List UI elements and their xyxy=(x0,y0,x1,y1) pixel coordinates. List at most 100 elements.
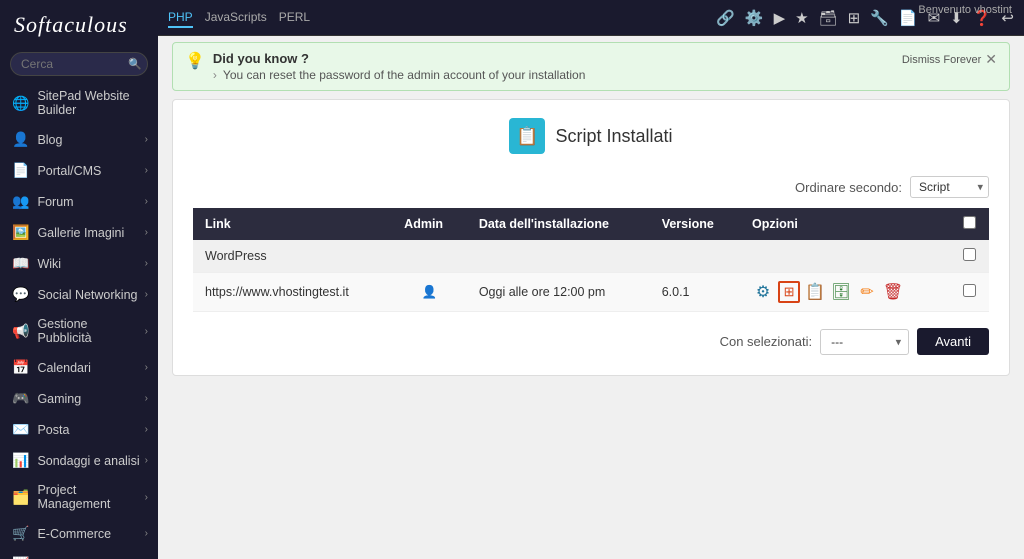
notice-body: You can reset the password of the admin … xyxy=(223,68,585,82)
row-check-cell xyxy=(949,273,989,312)
sidebar-icon-sitepad: 🌐 xyxy=(12,95,29,112)
sidebar-icon-ads: 📢 xyxy=(12,323,29,340)
sidebar-chevron-pm: › xyxy=(145,492,148,503)
col-version: Versione xyxy=(650,208,740,240)
sidebar-icon-polls: 📊 xyxy=(12,452,29,469)
row-date: Oggi alle ore 12:00 pm xyxy=(467,273,650,312)
dismiss-button[interactable]: Dismiss Forever ✕ xyxy=(902,51,997,68)
topbar-icon-star[interactable]: ★ xyxy=(795,9,808,27)
con-selezionati-label: Con selezionati: xyxy=(720,334,813,349)
sidebar-item-gaming[interactable]: 🎮 Gaming › xyxy=(0,383,158,414)
sidebar-label-ads: Gestione Pubblicità xyxy=(37,317,144,345)
sidebar-chevron-blog: › xyxy=(145,134,148,145)
top-bar: PHP JavaScripts PERL 🔗 ⚙️ ▶ ★ 🗃 ⊞ 🔧 📄 ✉ … xyxy=(158,0,1024,36)
topbar-icon-wp[interactable]: ⚙️ xyxy=(745,9,764,27)
sidebar-chevron-forum: › xyxy=(145,196,148,207)
staging-action-icon[interactable]: ⊞ xyxy=(778,281,800,303)
order-row: Ordinare secondo: Script Data Versione xyxy=(173,172,1009,208)
search-input[interactable] xyxy=(10,52,148,76)
main-panel: 📋 Script Installati Ordinare secondo: Sc… xyxy=(172,99,1010,376)
notice-bar: 💡 Did you know ? › You can reset the pas… xyxy=(172,42,1010,91)
sidebar-item-portal[interactable]: 📄 Portal/CMS › xyxy=(0,155,158,186)
notice-icon: 💡 xyxy=(185,51,205,71)
sidebar-label-pm: Project Management xyxy=(37,483,144,511)
group-checkbox[interactable] xyxy=(963,248,976,261)
sidebar-label-gaming: Gaming xyxy=(37,392,144,406)
group-row-check xyxy=(949,240,989,273)
backup-action-icon[interactable]: 🗄 xyxy=(830,281,852,303)
sidebar-item-mail[interactable]: ✉️ Posta › xyxy=(0,414,158,445)
sidebar-item-erp[interactable]: 📈 ERP › xyxy=(0,549,158,559)
delete-action-icon[interactable]: 🗑 xyxy=(882,281,904,303)
content-area: 💡 Did you know ? › You can reset the pas… xyxy=(158,36,1024,559)
notice-content: Did you know ? › You can reset the passw… xyxy=(213,51,902,82)
row-admin: 👤 xyxy=(392,273,467,312)
sidebar-icon-gaming: 🎮 xyxy=(12,390,29,407)
app-logo: Softaculous xyxy=(0,0,158,46)
action-icons-group: ⚙ ⊞ 📋 🗄 ✏ 🗑 xyxy=(752,281,937,303)
panel-header-icon: 📋 xyxy=(509,118,545,154)
select-all-checkbox[interactable] xyxy=(963,216,976,229)
sidebar-item-wiki[interactable]: 📖 Wiki › xyxy=(0,248,158,279)
sidebar-nav: 🌐 SitePad Website Builder 👤 Blog › 📄 Por… xyxy=(0,82,158,559)
copy-action-icon[interactable]: 📋 xyxy=(804,281,826,303)
sidebar-label-wiki: Wiki xyxy=(37,257,144,271)
sidebar-chevron-gallery: › xyxy=(145,227,148,238)
sidebar-item-polls[interactable]: 📊 Sondaggi e analisi › xyxy=(0,445,158,476)
topbar-icon-wrench[interactable]: 🔧 xyxy=(870,9,889,27)
sidebar-chevron-gaming: › xyxy=(145,393,148,404)
group-row-wordpress: WordPress xyxy=(193,240,989,273)
notice-text: › You can reset the password of the admi… xyxy=(213,68,902,82)
sidebar-label-gallery: Gallerie Imagini xyxy=(37,226,144,240)
sidebar-label-mail: Posta xyxy=(37,423,144,437)
sidebar-chevron-calendar: › xyxy=(145,362,148,373)
table-row: https://www.vhostingtest.it 👤 Oggi alle … xyxy=(193,273,989,312)
group-label: WordPress xyxy=(193,240,949,273)
edit-action-icon[interactable]: ✏ xyxy=(856,281,878,303)
wp-action-icon[interactable]: ⚙ xyxy=(752,281,774,303)
sidebar-item-gallery[interactable]: 🖼️ Gallerie Imagini › xyxy=(0,217,158,248)
sidebar-icon-ecommerce: 🛒 xyxy=(12,525,29,542)
avanti-button[interactable]: Avanti xyxy=(917,328,989,355)
sidebar-icon-forum: 👥 xyxy=(12,193,29,210)
sidebar-item-ads[interactable]: 📢 Gestione Pubblicità › xyxy=(0,310,158,352)
close-icon[interactable]: ✕ xyxy=(985,51,997,68)
sidebar-icon-gallery: 🖼️ xyxy=(12,224,29,241)
topbar-link-js[interactable]: JavaScripts xyxy=(205,8,267,28)
row-checkbox[interactable] xyxy=(963,284,976,297)
sidebar-chevron-portal: › xyxy=(145,165,148,176)
order-label: Ordinare secondo: xyxy=(795,180,902,195)
panel-title: Script Installati xyxy=(555,126,672,147)
topbar-link-perl[interactable]: PERL xyxy=(279,8,310,28)
sidebar-item-blog[interactable]: 👤 Blog › xyxy=(0,124,158,155)
sidebar-item-sitepad[interactable]: 🌐 SitePad Website Builder xyxy=(0,82,158,124)
search-wrap xyxy=(10,52,148,76)
order-select-wrap: Script Data Versione xyxy=(910,176,989,198)
bulk-action-select[interactable]: --- Aggiorna Elimina xyxy=(820,329,909,355)
sidebar-icon-wiki: 📖 xyxy=(12,255,29,272)
topbar-link-php[interactable]: PHP xyxy=(168,8,193,28)
sidebar-label-blog: Blog xyxy=(37,133,144,147)
row-actions: ⚙ ⊞ 📋 🗄 ✏ 🗑 xyxy=(740,273,949,312)
main-area: PHP JavaScripts PERL 🔗 ⚙️ ▶ ★ 🗃 ⊞ 🔧 📄 ✉ … xyxy=(158,0,1024,559)
sidebar-chevron-ads: › xyxy=(145,326,148,337)
topbar-icon-doc[interactable]: 📄 xyxy=(899,9,918,27)
topbar-icon-box[interactable]: 🗃 xyxy=(819,9,838,27)
topbar-icon-link[interactable]: 🔗 xyxy=(716,9,735,27)
sidebar-chevron-social: › xyxy=(145,289,148,300)
topbar-icon-grid[interactable]: ⊞ xyxy=(848,9,861,27)
sidebar-item-ecommerce[interactable]: 🛒 E-Commerce › xyxy=(0,518,158,549)
col-admin: Admin xyxy=(392,208,467,240)
sidebar-item-pm[interactable]: 🗂️ Project Management › xyxy=(0,476,158,518)
topbar-icon-play[interactable]: ▶ xyxy=(774,9,786,27)
sidebar-label-sitepad: SitePad Website Builder xyxy=(37,89,148,117)
order-select[interactable]: Script Data Versione xyxy=(910,176,989,198)
sidebar-item-calendar[interactable]: 📅 Calendari › xyxy=(0,352,158,383)
sidebar-icon-blog: 👤 xyxy=(12,131,29,148)
table-wrap: Link Admin Data dell'installazione Versi… xyxy=(173,208,1009,312)
sidebar-item-forum[interactable]: 👥 Forum › xyxy=(0,186,158,217)
sidebar-item-social[interactable]: 💬 Social Networking › xyxy=(0,279,158,310)
search-container xyxy=(0,46,158,82)
sidebar-label-portal: Portal/CMS xyxy=(37,164,144,178)
sidebar-icon-pm: 🗂️ xyxy=(12,489,29,506)
